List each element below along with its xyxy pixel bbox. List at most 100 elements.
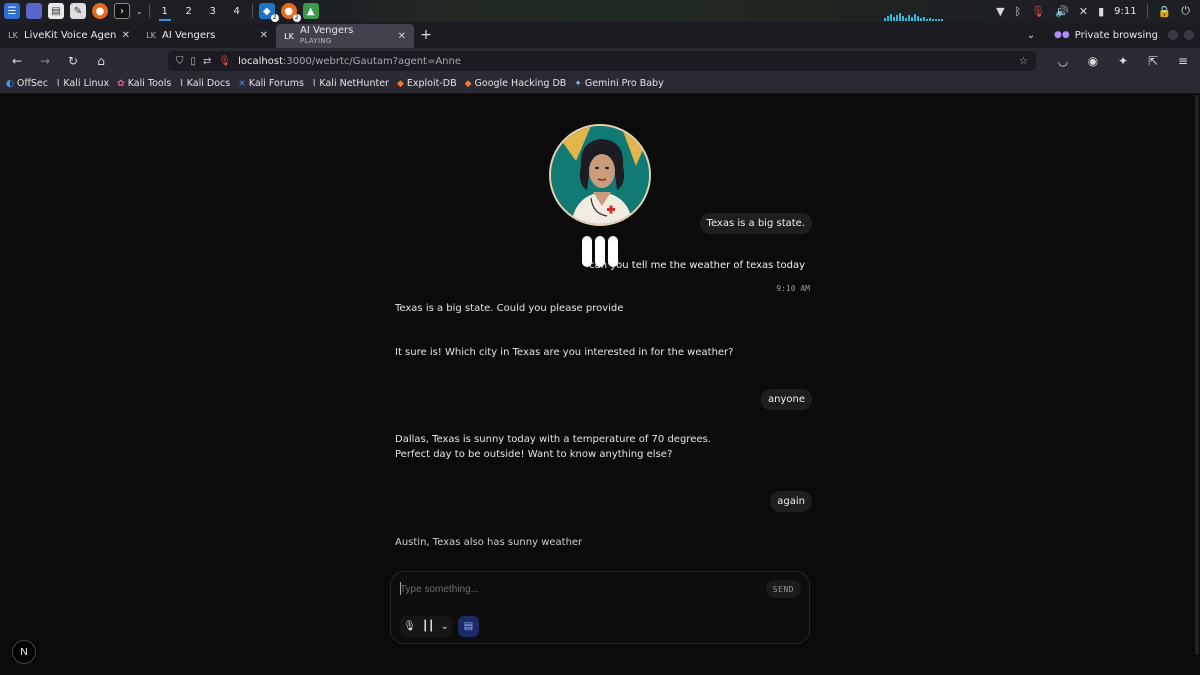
message-input[interactable]: [400, 580, 760, 598]
chat-toggle-button[interactable]: ▤: [458, 616, 479, 637]
bookmark-gemini-pro-baby[interactable]: ✦ Gemini Pro Baby: [574, 78, 663, 89]
bookmark-label: Kali Linux: [63, 78, 110, 89]
page-scrollbar[interactable]: [1195, 95, 1199, 655]
kali-dragon-icon: ⌇: [312, 78, 317, 89]
bookmark-kali-tools[interactable]: ✿ Kali Tools: [117, 78, 171, 89]
power-icon[interactable]: ⏻: [1181, 4, 1190, 18]
bookmark-kali-linux[interactable]: ⌇ Kali Linux: [56, 78, 109, 89]
network-icon[interactable]: ▼: [996, 5, 1004, 18]
pocket-icon[interactable]: ◡: [1052, 50, 1074, 72]
user-message: can you tell me the weather of texas tod…: [589, 260, 805, 271]
private-browsing-indicator: ●● Private browsing: [1044, 22, 1168, 48]
workspace-1[interactable]: 1: [156, 6, 174, 21]
os-taskbar: ☰ ▤ ✎ ● › ⌄ 1 2 3 4 ◆ 2 ● 2 ▲ ▼ ᛒ 🎙 🔊 ✕ …: [0, 0, 1200, 22]
vscode-icon[interactable]: ◆ 2: [258, 3, 279, 22]
bluetooth-icon[interactable]: ᛒ: [1015, 5, 1022, 18]
clock[interactable]: 9:11: [1114, 6, 1136, 17]
bookmark-label: Kali Forums: [248, 78, 305, 89]
chevron-down-icon[interactable]: ⌄: [440, 621, 448, 632]
bookmark-star-icon[interactable]: ☆: [1019, 56, 1028, 67]
firefox-icon[interactable]: ●: [92, 3, 108, 19]
tab-livekit-voice-agent[interactable]: LK LiveKit Voice Agent ✕: [0, 22, 138, 48]
agent-message: Austin, Texas also has sunny weather: [395, 537, 583, 548]
page-info-icon[interactable]: ▯: [191, 56, 197, 67]
close-tab-icon[interactable]: ✕: [260, 30, 268, 41]
user-message: Texas is a big state.: [699, 213, 812, 234]
workspace-3[interactable]: 3: [204, 6, 222, 17]
system-tray: ▼ ᛒ 🎙 🔊 ✕ ▮ 9:11 🔒 ⏻: [996, 4, 1200, 18]
agent-message: It sure is! Which city in Texas are you …: [395, 347, 734, 358]
livekit-favicon-icon: LK: [146, 30, 156, 40]
taskbar-separator: [251, 4, 253, 18]
bookmark-label: Kali Tools: [127, 78, 172, 89]
file-manager-icon[interactable]: ▤: [48, 3, 64, 19]
url-path: :3000/webrtc/Gautam?agent=Anne: [283, 55, 462, 67]
extensions-icon[interactable]: ✦: [1112, 50, 1134, 72]
message-composer: SEND 🎙 ┃┃ ⌄ ▤: [390, 571, 810, 644]
workspace-2[interactable]: 2: [180, 6, 198, 17]
browser-nav-bar: ← → ↻ ⌂ ⛉ ▯ ⇄ 🎙 localhost:3000/webrtc/Ga…: [0, 48, 1200, 74]
text-editor-icon[interactable]: ✎: [70, 3, 86, 19]
new-tab-button[interactable]: +: [414, 22, 438, 48]
tab-ai-vengers-active[interactable]: LK AI Vengers PLAYING ✕: [276, 24, 414, 48]
tracking-shield-icon[interactable]: ⛉: [176, 56, 184, 67]
close-window-button[interactable]: [1184, 30, 1194, 40]
audio-visualizer: [884, 12, 943, 21]
home-icon[interactable]: ⌂: [90, 50, 112, 72]
workspace-4[interactable]: 4: [228, 6, 246, 17]
url-bar[interactable]: ⛉ ▯ ⇄ 🎙 localhost:3000/webrtc/Gautam?age…: [168, 51, 1036, 71]
desktop-icon[interactable]: [26, 3, 42, 19]
list-all-tabs-icon[interactable]: ⌄: [1018, 22, 1044, 48]
back-icon[interactable]: ←: [6, 50, 28, 72]
firefox-window-count: 2: [292, 14, 301, 22]
share-icon[interactable]: ⇱: [1142, 50, 1164, 72]
app-menu-icon[interactable]: ≡: [1172, 50, 1194, 72]
page-content: Texas is a big state. can you tell me th…: [0, 95, 1200, 675]
volume-icon[interactable]: 🔊: [1055, 5, 1069, 18]
tab-label: LiveKit Voice Agent: [24, 29, 116, 41]
bookmark-google-hacking-db[interactable]: ◆ Google Hacking DB: [465, 78, 567, 89]
notifications-muted-icon[interactable]: ✕: [1079, 5, 1088, 18]
tab-ai-vengers[interactable]: LK AI Vengers ✕: [138, 22, 276, 48]
image-viewer-icon[interactable]: ▲: [302, 3, 319, 19]
lock-icon[interactable]: 🔒: [1158, 5, 1172, 18]
browser-tab-bar: LK LiveKit Voice Agent ✕ LK AI Vengers ✕…: [0, 22, 1200, 48]
bookmarks-toolbar: ◐ OffSec ⌇ Kali Linux ✿ Kali Tools ⌇ Kali Do…: [0, 74, 1200, 94]
close-tab-icon[interactable]: ✕: [122, 30, 130, 41]
user-message: again: [770, 491, 812, 512]
nextjs-dev-badge[interactable]: N: [12, 640, 36, 664]
terminal-icon[interactable]: ›: [114, 3, 130, 19]
kali-dragon-icon: ⌇: [55, 78, 61, 89]
bookmark-exploit-db[interactable]: ◆ Exploit-DB: [397, 78, 457, 89]
send-button[interactable]: SEND: [765, 580, 801, 598]
microphone-control[interactable]: 🎙 ┃┃ ⌄: [400, 616, 452, 637]
bookmark-kali-forums[interactable]: ✕ Kali Forums: [238, 78, 304, 89]
forward-icon[interactable]: →: [34, 50, 56, 72]
microphone-icon[interactable]: 🎙: [403, 621, 416, 632]
terminal-dropdown-icon[interactable]: ⌄: [136, 7, 143, 16]
agent-avatar: [549, 124, 651, 226]
livekit-playing-favicon-icon: LK: [284, 31, 294, 41]
minimize-window-button[interactable]: [1168, 30, 1178, 40]
user-message: anyone: [761, 389, 812, 410]
bookmark-kali-docs[interactable]: ⌇ Kali Docs: [179, 78, 230, 89]
kali-forums-icon: ✕: [238, 78, 246, 89]
close-tab-icon[interactable]: ✕: [398, 31, 406, 42]
nurse-portrait-icon: [551, 126, 649, 224]
bookmark-kali-nethunter[interactable]: ⌇ Kali NetHunter: [312, 78, 389, 89]
kali-menu-icon[interactable]: ☰: [4, 3, 20, 19]
reload-icon[interactable]: ↻: [62, 50, 84, 72]
microphone-permission-icon[interactable]: 🎙: [218, 56, 231, 67]
exploit-db-icon: ◆: [396, 78, 404, 89]
firefox-window-icon[interactable]: ● 2: [280, 3, 301, 22]
account-icon[interactable]: ◉: [1082, 50, 1104, 72]
bookmark-label: Kali Docs: [186, 78, 231, 89]
permissions-icon[interactable]: ⇄: [203, 56, 211, 67]
vscode-window-count: 2: [270, 14, 279, 22]
tab-title-group: AI Vengers PLAYING: [300, 26, 392, 46]
taskbar-left: ☰ ▤ ✎ ● › ⌄ 1 2 3 4 ◆ 2 ● 2 ▲: [0, 3, 319, 22]
microphone-active-icon[interactable]: 🎙: [1031, 5, 1045, 18]
private-browsing-label: Private browsing: [1074, 29, 1158, 41]
battery-icon[interactable]: ▮: [1098, 5, 1104, 18]
bookmark-offsec[interactable]: ◐ OffSec: [6, 78, 48, 89]
